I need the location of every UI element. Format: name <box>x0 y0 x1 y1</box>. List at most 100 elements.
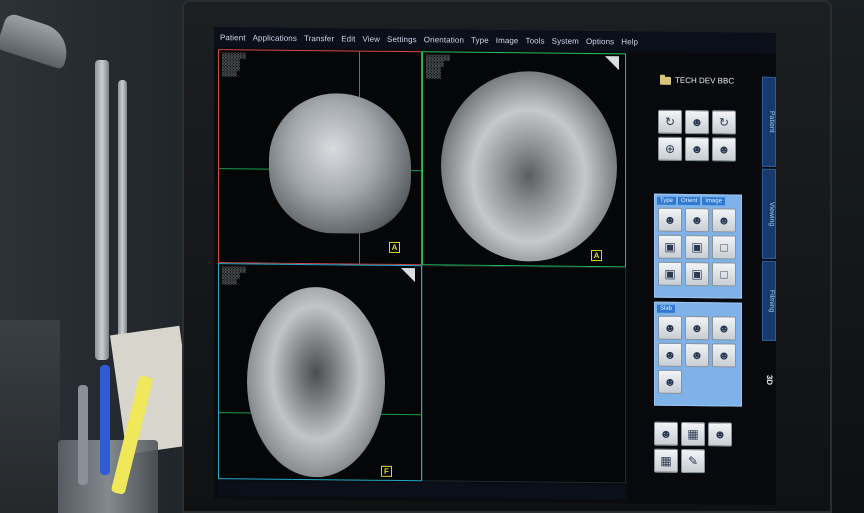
square-icon: □ <box>720 267 728 282</box>
tab-orient[interactable]: Orient <box>678 196 701 206</box>
tool-button[interactable]: ✎ <box>681 448 705 474</box>
head-icon: ☻ <box>659 426 673 441</box>
tool-button[interactable]: ☻ <box>685 342 709 368</box>
head-icon: ☻ <box>717 213 731 228</box>
tool-button[interactable]: ☻ <box>685 315 709 341</box>
square-icon: □ <box>720 240 728 255</box>
tool-button[interactable]: ☻ <box>658 315 682 340</box>
tool-button[interactable]: ▣ <box>685 234 709 260</box>
tab-patient[interactable]: Patient <box>762 76 776 167</box>
pen <box>78 385 88 485</box>
pen-icon: ✎ <box>687 454 699 469</box>
head-icon: ☻ <box>713 427 727 442</box>
viewport-3d-render[interactable]: ░░░░░░░░ ░░░░░░ ░░░░░░ ░░░░░ A <box>218 49 422 266</box>
viewport-coronal[interactable]: ░░░░░░░░ ░░░░░░ ░░░░░ ░░░░░ A <box>422 51 626 268</box>
cube-icon: ▣ <box>664 266 676 281</box>
menu-transfer[interactable]: Transfer <box>304 33 334 42</box>
slab-group: Slab ☻ ☻ ☻ ☻ ☻ ☻ ☻ <box>654 301 742 407</box>
menu-edit[interactable]: Edit <box>341 34 355 43</box>
folder-icon <box>660 76 671 85</box>
status-bar <box>218 481 626 500</box>
menu-orientation[interactable]: Orientation <box>424 35 464 44</box>
tool-button[interactable]: ▦ <box>681 421 705 447</box>
tool-button[interactable]: ☻ <box>712 208 736 233</box>
menu-settings[interactable]: Settings <box>387 34 417 43</box>
tab-image[interactable]: Image <box>702 197 726 206</box>
head-icon: ☻ <box>690 142 704 157</box>
menu-view[interactable]: View <box>362 34 380 43</box>
patient-folder[interactable]: TECH DEV BBC <box>660 76 734 86</box>
orientation-marker: A <box>591 250 602 262</box>
desk-lamp-arm <box>95 60 109 360</box>
control-panel: TECH DEV BBC Patient Viewing Filming 3D … <box>628 53 776 505</box>
tool-button[interactable]: ☻ <box>712 316 736 341</box>
menu-applications[interactable]: Applications <box>253 33 297 42</box>
head-icon: ☻ <box>663 347 677 362</box>
head-icon: ☻ <box>663 374 677 389</box>
tool-button[interactable]: ▣ <box>658 234 682 259</box>
bottom-tools: ☻ ▦ ☻ ▦ ✎ <box>654 421 732 474</box>
viewport-info-text: ░░░░░░░░ ░░░░░░ ░░░░░░ ░░░░░ <box>222 53 247 78</box>
tool-button[interactable]: ☻ <box>685 207 709 233</box>
shelf <box>0 320 60 513</box>
head-icon: ☻ <box>690 115 704 130</box>
viewport-info-text: ░░░░░░░░ ░░░░░░ ░░░░░ ░░░░░ <box>426 55 451 80</box>
menu-options[interactable]: Options <box>586 36 614 45</box>
tool-button[interactable]: ☻ <box>654 421 678 446</box>
folder-label: TECH DEV BBC <box>675 75 735 86</box>
tab-type[interactable]: Type <box>657 196 677 205</box>
head-icon: ☻ <box>663 212 677 227</box>
tool-button[interactable]: ☻ <box>685 136 709 162</box>
menu-image[interactable]: Image <box>496 36 519 45</box>
tool-button[interactable]: ☻ <box>658 207 682 232</box>
type-orient-image-group: Type Orient Image ☻ ☻ ☻ ▣ ▣ □ ▣ ▣ □ <box>654 193 742 299</box>
tool-button[interactable]: ☻ <box>658 369 682 394</box>
tool-button[interactable]: ↻ <box>658 109 682 134</box>
desk-lamp-arm <box>118 80 127 360</box>
tab-slab[interactable]: Slab <box>657 304 676 313</box>
head-icon: ☻ <box>690 321 704 336</box>
tool-button[interactable]: ☻ <box>685 109 709 135</box>
grid-icon: ▦ <box>687 427 699 442</box>
tab-viewing[interactable]: Viewing <box>762 168 776 259</box>
head-icon: ☻ <box>690 348 704 363</box>
3d-head-render <box>269 92 411 235</box>
cube-icon: ▣ <box>691 267 703 282</box>
orientation-marker: F <box>381 465 392 477</box>
tool-button[interactable]: ☻ <box>712 343 736 368</box>
tool-button[interactable]: ▦ <box>654 448 678 473</box>
tool-button[interactable]: ⊕ <box>658 136 682 161</box>
pen <box>100 365 110 475</box>
menu-tools[interactable]: Tools <box>525 36 544 45</box>
menu-patient[interactable]: Patient <box>220 33 246 42</box>
tool-button[interactable]: □ <box>712 262 736 287</box>
head-icon: ☻ <box>717 321 731 336</box>
menu-help[interactable]: Help <box>621 37 638 46</box>
tool-button[interactable]: ↻ <box>712 110 736 135</box>
cube-icon: ▣ <box>691 240 703 255</box>
cube-icon: ▣ <box>664 239 676 254</box>
tool-button[interactable]: ☻ <box>658 342 682 367</box>
view-tools: ↻ ☻ ↻ ⊕ ☻ ☻ <box>658 109 736 162</box>
grid-icon: ▦ <box>660 453 672 468</box>
tab-filming[interactable]: Filming <box>762 260 776 341</box>
coronal-brain-slice <box>441 70 617 263</box>
viewport-corner-marker <box>401 268 415 283</box>
orientation-marker: A <box>389 241 400 254</box>
head-icon: ☻ <box>663 320 677 335</box>
tool-button[interactable]: ☻ <box>708 422 732 447</box>
tool-button[interactable]: ▣ <box>658 261 682 286</box>
viewport-corner-marker <box>605 56 619 71</box>
menu-type[interactable]: Type <box>471 35 489 44</box>
tool-button[interactable]: ▣ <box>685 261 709 287</box>
head-icon: ☻ <box>717 142 731 157</box>
tool-button[interactable]: □ <box>712 235 736 260</box>
viewport-empty[interactable] <box>422 265 626 484</box>
screen: Patient Applications Transfer Edit View Setti… <box>214 27 776 505</box>
head-icon: ☻ <box>717 348 731 363</box>
orbit-icon: ⊕ <box>664 141 676 156</box>
tool-button[interactable]: ☻ <box>712 137 736 162</box>
menu-system[interactable]: System <box>552 36 579 45</box>
side-tabs: Patient Viewing Filming <box>762 76 776 343</box>
viewport-axial[interactable]: ░░░░░░░░ ░░░░░░ ░░░░░ F <box>218 263 422 482</box>
